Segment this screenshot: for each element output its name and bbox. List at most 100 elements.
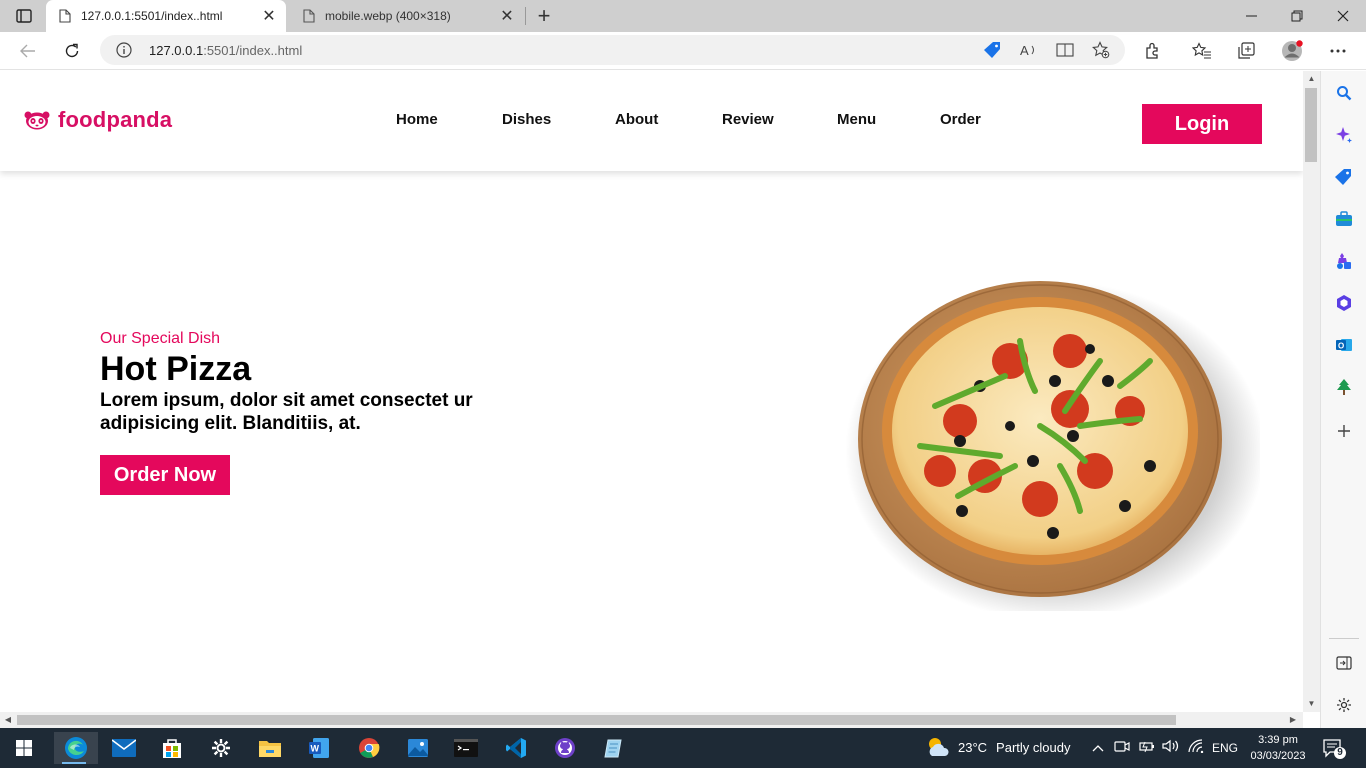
vertical-scroll-thumb[interactable] [1305,88,1317,162]
minimize-icon[interactable] [1228,0,1274,32]
sidebar-divider [1329,638,1359,639]
panda-logo-icon [24,111,50,130]
tab-mobile-webp[interactable]: mobile.webp (400×318) ✕ [290,0,524,32]
scroll-down-icon[interactable]: ▼ [1306,699,1317,709]
hero-description: Lorem ipsum, dolor sit amet consectet ur… [100,390,473,434]
favorites-icon[interactable] [1191,41,1213,61]
immersive-reader-icon[interactable] [1055,41,1075,59]
collections-icon[interactable] [1235,41,1257,61]
scroll-left-icon[interactable]: ◀ [3,715,13,725]
url-text[interactable]: 127.0.0.1:5501/index..html [149,43,302,58]
clock-date: 03/03/2023 [1250,750,1306,762]
scroll-up-icon[interactable]: ▲ [1306,74,1317,84]
url-bar[interactable]: 127.0.0.1:5501/index..html A [100,35,1125,65]
address-toolbar: 127.0.0.1:5501/index..html A [0,32,1366,70]
info-icon[interactable] [116,42,132,58]
outlook-icon[interactable]: O [1334,335,1354,355]
clock-time: 3:39 pm [1258,734,1298,746]
back-icon[interactable] [13,37,43,65]
close-tab-icon[interactable]: ✕ [258,5,280,27]
brand-name: foodpanda [58,107,173,132]
weather-widget[interactable]: 23°C Partly cloudy [926,736,1070,758]
vertical-scrollbar[interactable]: ▲ ▼ [1303,71,1320,712]
system-clock[interactable]: 3:39 pm 03/03/2023 [1244,732,1312,764]
github-desktop-icon[interactable] [545,732,585,764]
page-icon [303,9,315,23]
add-sidebar-app-icon[interactable] [1334,421,1354,441]
profile-avatar[interactable] [1281,40,1303,61]
nav-menu[interactable]: Menu [837,111,876,128]
nav-dishes[interactable]: Dishes [502,111,551,128]
tab-divider [525,7,526,25]
new-tab-icon[interactable]: + [532,3,556,28]
partly-cloudy-icon [929,738,949,756]
order-now-button[interactable]: Order Now [100,455,230,495]
battery-icon[interactable] [1139,739,1155,756]
page-viewport: foodpanda Home Dishes About Review Menu … [0,71,1303,712]
url-host: 127.0.0.1 [149,43,204,58]
games-icon[interactable] [1334,251,1354,271]
read-aloud-icon[interactable]: A [1019,41,1039,59]
horizontal-scrollbar[interactable]: ◀ ▶ [0,712,1303,728]
add-favorite-icon[interactable] [1091,41,1111,59]
shopping-icon[interactable] [1334,167,1354,187]
edge-icon[interactable] [54,732,98,764]
tab-bar: 127.0.0.1:5501/index..html ✕ mobile.webp… [0,0,1366,32]
microsoft-365-icon[interactable] [1334,293,1354,313]
mail-icon[interactable] [104,732,144,764]
notification-center-icon[interactable]: 9 [1322,738,1346,760]
chrome-icon[interactable] [349,732,389,764]
nav-about[interactable]: About [615,111,658,128]
search-icon[interactable] [1334,83,1354,103]
tools-icon[interactable] [1334,209,1354,229]
refresh-icon[interactable] [57,37,87,65]
meet-now-icon[interactable] [1114,739,1130,756]
url-path: :5501/index..html [203,43,303,58]
edge-sidebar: O [1320,71,1366,728]
hide-sidebar-icon[interactable] [1334,653,1354,673]
weather-temperature: 23°C [958,739,988,755]
terminal-icon[interactable] [446,732,486,764]
wifi-icon[interactable] [1188,739,1204,756]
volume-icon[interactable] [1162,739,1180,756]
sidebar-settings-icon[interactable] [1334,695,1354,715]
start-button-icon[interactable] [4,732,44,764]
nav-review[interactable]: Review [722,111,774,128]
tab-title: 127.0.0.1:5501/index..html [81,9,223,23]
active-app-indicator [62,762,86,764]
scroll-right-icon[interactable]: ▶ [1288,715,1298,725]
show-hidden-icons-icon[interactable] [1092,741,1104,755]
restore-icon[interactable] [1274,0,1320,32]
svg-text:W: W [311,744,320,754]
hero-title: Hot Pizza [100,350,252,388]
horizontal-scroll-thumb[interactable] [17,715,1176,725]
nav-order[interactable]: Order [940,111,981,128]
copilot-sparkle-icon[interactable] [1334,125,1354,145]
notepad-icon[interactable] [593,732,633,764]
photos-icon[interactable] [398,732,438,764]
nav-home[interactable]: Home [396,111,438,128]
tab-title: mobile.webp (400×318) [325,9,451,23]
brand-logo[interactable]: foodpanda [24,107,172,133]
input-language[interactable]: ENG [1212,741,1238,755]
site-header: foodpanda Home Dishes About Review Menu … [0,71,1303,171]
close-tab-icon[interactable]: ✕ [496,5,518,27]
word-icon[interactable]: W [299,732,339,764]
store-icon[interactable] [152,732,192,764]
vscode-icon[interactable] [496,732,536,764]
more-options-icon[interactable] [1327,41,1349,61]
shopping-tag-icon[interactable] [983,41,1003,59]
weather-condition: Partly cloudy [996,739,1071,755]
tab-index[interactable]: 127.0.0.1:5501/index..html ✕ [46,0,286,32]
notification-count: 9 [1337,747,1343,758]
file-explorer-icon[interactable] [250,732,290,764]
login-button[interactable]: Login [1142,104,1262,144]
extensions-icon[interactable] [1142,41,1164,61]
svg-text:A: A [1020,43,1029,58]
tab-actions-icon[interactable] [10,6,38,26]
drop-tree-icon[interactable] [1334,377,1354,397]
hero-subtitle: Our Special Dish [100,330,221,347]
close-window-icon[interactable] [1320,0,1366,32]
page-icon [59,9,71,23]
settings-icon[interactable] [201,732,241,764]
